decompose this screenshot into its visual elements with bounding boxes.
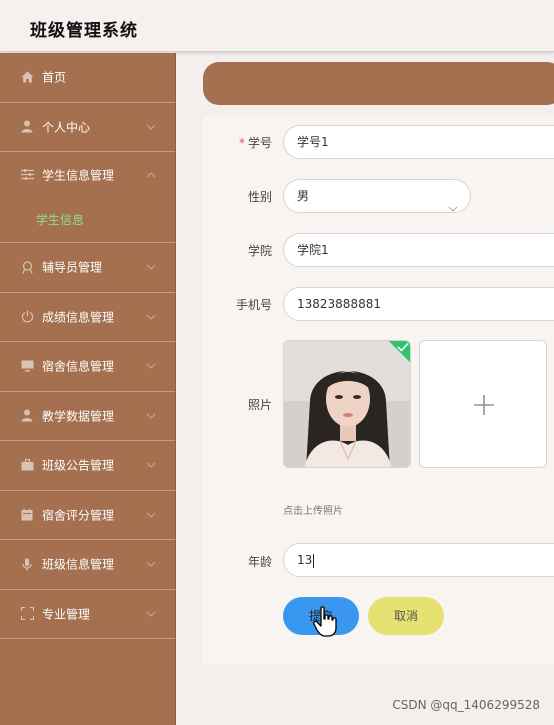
sidebar-item-class-info[interactable]: 班级信息管理 (0, 540, 175, 590)
sidebar-item-label: 宿舍信息管理 (42, 359, 115, 374)
student-no-label: * 学号 (238, 136, 272, 150)
sidebar-item-class-notice[interactable]: 班级公告管理 (0, 441, 175, 491)
sidebar-item-student-management[interactable]: 学生信息管理 (0, 152, 175, 197)
student-no-input[interactable]: 学号1 (283, 125, 554, 159)
sidebar-item-label: 辅导员管理 (42, 260, 103, 275)
sidebar-item-dorm-management[interactable]: 宿舍信息管理 (0, 342, 175, 392)
cancel-button[interactable]: 取消 (368, 597, 444, 635)
plus-icon (474, 395, 494, 415)
sidebar-item-major-management[interactable]: 专业管理 (0, 590, 175, 639)
chevron-down-icon (146, 460, 156, 470)
user-icon (20, 120, 34, 134)
badge-icon (20, 260, 34, 274)
sidebar-item-label: 成绩信息管理 (42, 310, 115, 325)
text-caret (313, 553, 315, 568)
chevron-down-icon (146, 411, 156, 421)
sidebar-item-label: 教学数据管理 (42, 409, 115, 424)
sidebar-item-label: 专业管理 (42, 607, 91, 622)
photo-upload-button[interactable] (419, 340, 547, 468)
chevron-down-icon (146, 609, 156, 619)
microphone-icon (20, 557, 34, 571)
chevron-down-icon (146, 122, 156, 132)
gender-select[interactable]: 男 (283, 179, 471, 213)
sidebar-item-label: 首页 (42, 70, 67, 85)
college-input[interactable]: 学院1 (283, 233, 554, 267)
user-icon (20, 409, 34, 423)
sidebar-item-label: 宿舍评分管理 (42, 508, 115, 523)
chevron-down-icon (146, 262, 156, 272)
fullscreen-icon (20, 607, 34, 621)
sidebar-item-dorm-rating[interactable]: 宿舍评分管理 (0, 491, 175, 540)
gender-label: 性别 (247, 190, 272, 204)
sliders-icon (20, 168, 34, 182)
calendar-icon (20, 508, 34, 522)
portrait-image (284, 341, 410, 467)
uploaded-photo[interactable] (283, 340, 411, 468)
check-icon (397, 342, 409, 352)
sidebar-item-grades-management[interactable]: 成绩信息管理 (0, 293, 175, 342)
sidebar-item-counselor-management[interactable]: 辅导员管理 (0, 243, 175, 293)
sidebar-subitem-label: 学生信息 (36, 213, 85, 227)
sidebar-item-label: 班级公告管理 (42, 458, 115, 473)
sidebar-item-home[interactable]: 首页 (0, 53, 175, 103)
chevron-down-icon (146, 312, 156, 322)
monitor-icon (20, 359, 34, 373)
chevron-down-icon (146, 361, 156, 371)
app-title: 班级管理系统 (30, 21, 138, 41)
hand-cursor-icon (313, 606, 337, 637)
photo-label: 照片 (247, 398, 272, 412)
power-icon (20, 310, 34, 324)
required-mark: * (238, 136, 245, 150)
sidebar-item-label: 班级信息管理 (42, 557, 115, 572)
gender-select-value: 男 (297, 189, 310, 203)
chevron-down-icon (448, 192, 458, 212)
chevron-up-icon (146, 170, 156, 180)
age-input-value: 13 (297, 553, 313, 567)
home-icon (20, 70, 34, 84)
chevron-down-icon (146, 510, 156, 520)
top-bar: 班级管理系统 (0, 0, 554, 52)
sidebar: 首页 个人中心 学生信息管理 学生信息 辅导员管理 成绩信息管理 宿舍信息管理 … (0, 53, 176, 725)
briefcase-icon (20, 458, 34, 472)
phone-label: 手机号 (235, 298, 272, 312)
sidebar-item-personal-center[interactable]: 个人中心 (0, 103, 175, 152)
phone-input[interactable]: 13823888881 (283, 287, 554, 321)
chevron-down-icon (146, 559, 156, 569)
sidebar-item-teaching-data[interactable]: 教学数据管理 (0, 392, 175, 441)
age-label: 年龄 (247, 555, 272, 569)
sidebar-item-label: 个人中心 (42, 120, 91, 135)
upload-hint: 点击上传照片 (283, 506, 343, 517)
watermark: CSDN @qq_1406299528 (392, 698, 540, 712)
content-header-bar (203, 62, 554, 105)
sidebar-item-label: 学生信息管理 (42, 168, 115, 182)
college-label: 学院 (247, 244, 272, 258)
age-input[interactable]: 13 (283, 543, 554, 577)
sidebar-subitem-student-info[interactable]: 学生信息 (0, 197, 175, 243)
